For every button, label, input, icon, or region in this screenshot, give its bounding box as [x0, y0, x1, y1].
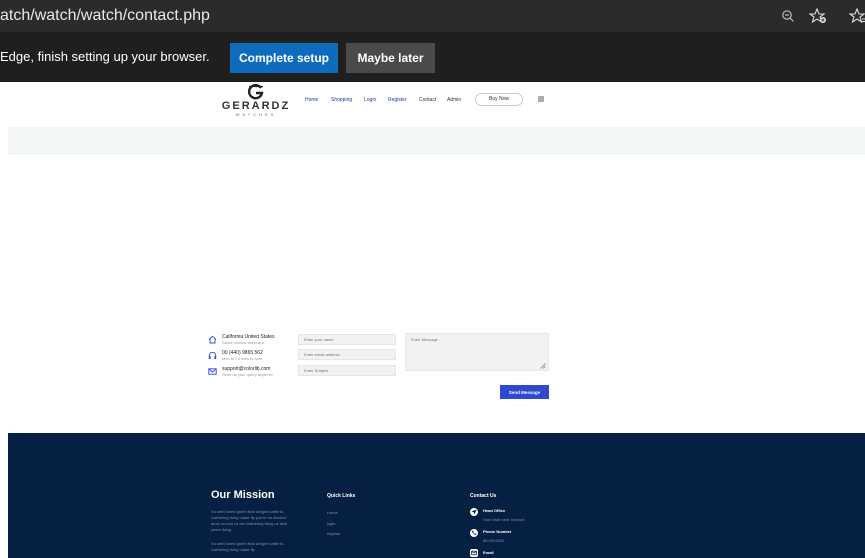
email-input[interactable] [298, 349, 396, 360]
location-icon [470, 508, 478, 516]
footer-contact-title: Contact Us [470, 493, 497, 499]
phone-icon [470, 529, 478, 537]
zoom-out-icon[interactable] [776, 4, 800, 28]
footer-email-title: Email [483, 550, 494, 555]
email-icon [470, 549, 478, 557]
footer-quick-links-title: Quick Links [327, 493, 356, 499]
logo-name: GERARDZ [221, 100, 291, 112]
message-textarea[interactable] [405, 333, 549, 371]
headphones-icon [208, 351, 217, 359]
home-icon [208, 335, 217, 344]
footer-phone-title: Phone Number [483, 529, 512, 534]
footer-phone-value: 88-0303030 [483, 538, 505, 543]
maybe-later-button[interactable]: Maybe later [346, 43, 435, 73]
footer-link-login[interactable]: login [327, 521, 335, 526]
contact-address-sub: Santa monica bullevard [222, 340, 264, 345]
complete-setup-button[interactable]: Complete setup [230, 43, 338, 73]
favorites-icon[interactable] [846, 4, 865, 28]
resize-grip-icon[interactable] [540, 363, 546, 369]
footer-link-register[interactable]: register [327, 531, 340, 536]
nav-shopping[interactable]: Shopping [331, 97, 352, 103]
footer-head-office-value: Vice chak near. keshod [483, 517, 525, 522]
setup-message: Edge, finish setting up your browser. [0, 49, 210, 64]
menu-icon[interactable] [538, 96, 544, 102]
logo-g-icon [247, 84, 264, 100]
favorites-add-icon[interactable] [806, 4, 830, 28]
footer-mission-text: So seed seed green that winged cattle in… [211, 509, 288, 532]
contact-email-sub: Send us your query anytime! [222, 372, 273, 377]
page-banner-strip [8, 127, 865, 155]
contact-phone-sub: Mon to Fri 9am to 6pm [222, 356, 263, 361]
nav-register[interactable]: Register [388, 97, 407, 103]
name-input[interactable] [298, 334, 396, 345]
footer-mission-text-2: So seed seed green that winged cattle in… [211, 541, 285, 552]
send-message-button[interactable]: Send Message [500, 385, 549, 399]
nav-login[interactable]: Login [364, 97, 376, 103]
footer-head-office-title: Head Office [483, 508, 506, 513]
logo-subtitle: WATCHES [235, 112, 277, 117]
footer-mission-title: Our Mission [211, 489, 275, 501]
footer-link-home[interactable]: Home [327, 510, 338, 515]
url-text[interactable]: atch/watch/watch/contact.php [0, 5, 210, 27]
nav-contact[interactable]: Contact [419, 97, 436, 103]
address-bar: atch/watch/watch/contact.php [0, 0, 865, 32]
buy-now-button[interactable]: Buy Now [475, 93, 523, 106]
site-logo[interactable]: GERARDZ WATCHES [211, 84, 301, 122]
nav-home[interactable]: Home [305, 97, 318, 103]
mail-icon [208, 368, 217, 375]
site-footer [8, 433, 865, 558]
browser-viewport: atch/watch/watch/contact.php Edge, finis… [0, 0, 865, 558]
nav-admin[interactable]: Admin [447, 97, 461, 103]
subject-input[interactable] [298, 365, 396, 376]
